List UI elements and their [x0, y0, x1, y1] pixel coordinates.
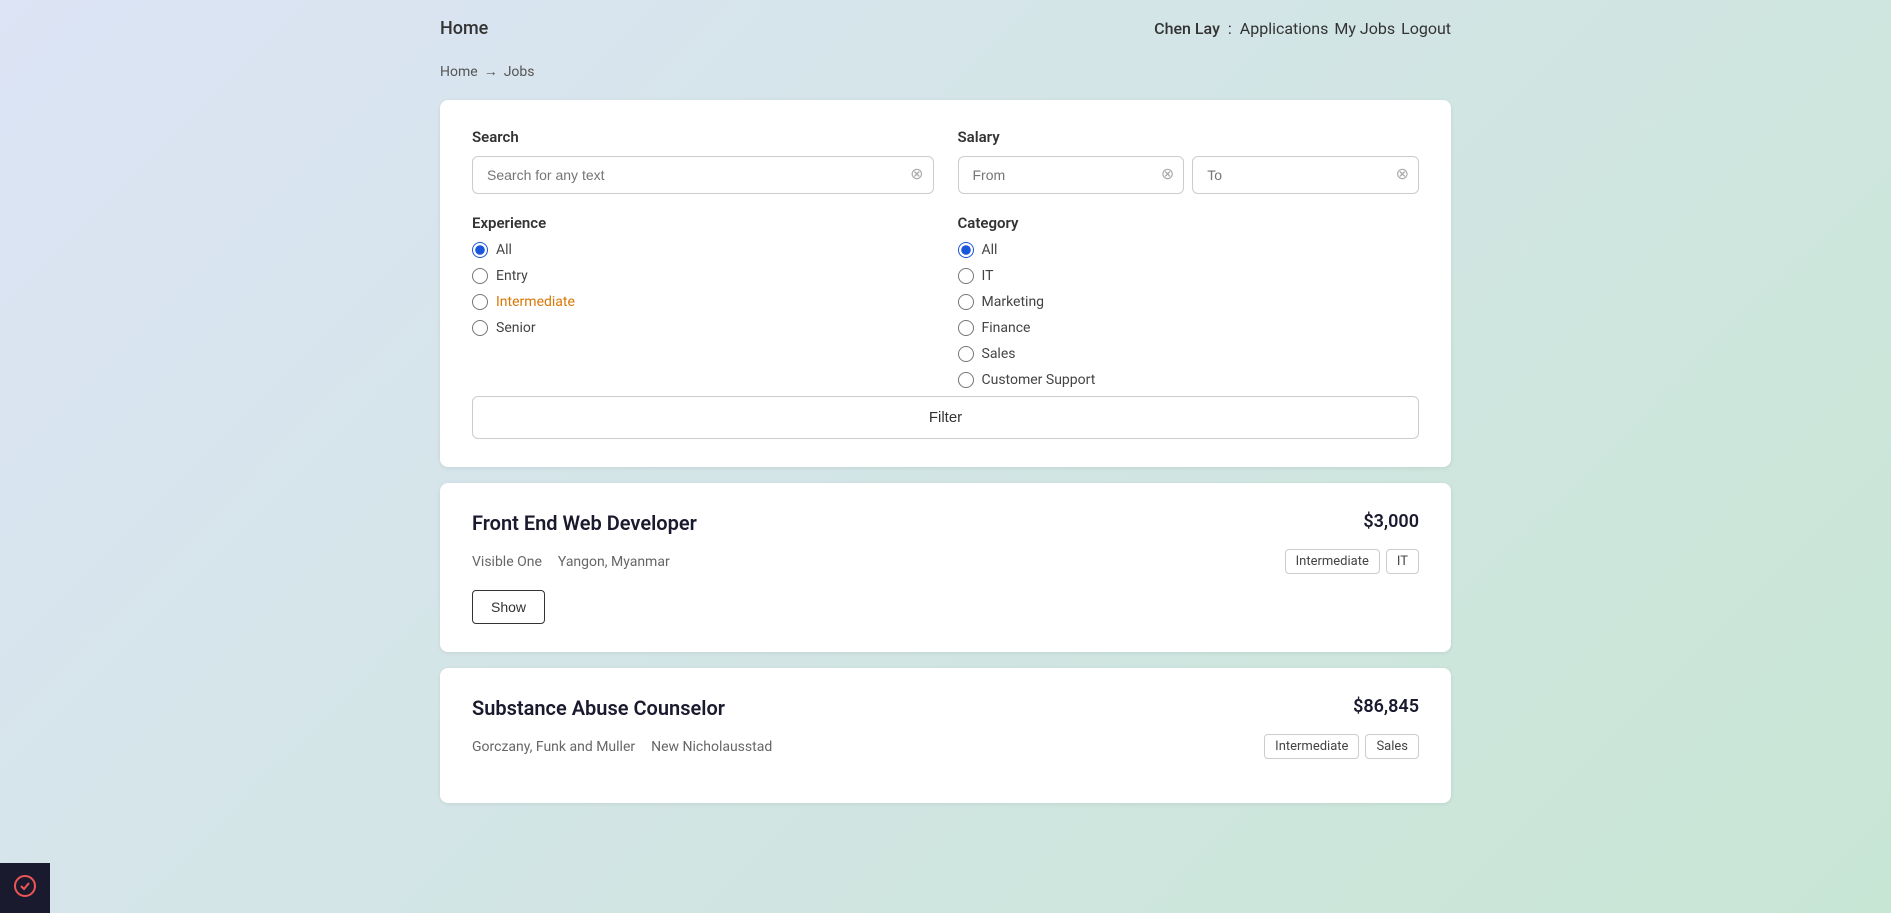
experience-radio-group: All Entry Intermediate Senior: [472, 242, 934, 336]
job-card-1-tag-0: Intermediate: [1264, 734, 1359, 759]
category-it-label: IT: [982, 268, 994, 284]
breadcrumb-arrow: →: [484, 63, 498, 80]
experience-entry-label: Entry: [496, 268, 528, 284]
job-card-0-salary: $3,000: [1363, 511, 1419, 532]
search-clear-button[interactable]: ⊗: [910, 167, 923, 183]
experience-intermediate[interactable]: Intermediate: [472, 294, 934, 310]
job-card-0-company: Visible One: [472, 554, 542, 570]
nav-separator: :: [1228, 19, 1232, 38]
experience-entry[interactable]: Entry: [472, 268, 934, 284]
category-marketing-label: Marketing: [982, 294, 1045, 310]
nav-username: Chen Lay: [1154, 19, 1220, 38]
category-all-label: All: [982, 242, 998, 258]
job-card-1-title: Substance Abuse Counselor: [472, 696, 725, 720]
job-card-0-title: Front End Web Developer: [472, 511, 697, 535]
experience-senior-label: Senior: [496, 320, 536, 336]
experience-all[interactable]: All: [472, 242, 934, 258]
category-sales[interactable]: Sales: [958, 346, 1420, 362]
category-label: Category: [958, 214, 1420, 232]
category-all-radio[interactable]: [958, 242, 974, 258]
job-card-0-tags: Intermediate IT: [1285, 549, 1419, 574]
experience-all-radio[interactable]: [472, 242, 488, 258]
breadcrumb-jobs: Jobs: [504, 64, 535, 80]
job-card-1-tags: Intermediate Sales: [1264, 734, 1419, 759]
job-card-0-tag-0: Intermediate: [1285, 549, 1380, 574]
salary-to-clear-button[interactable]: ⊗: [1396, 167, 1409, 183]
nav-applications-link[interactable]: Applications: [1240, 19, 1329, 38]
home-link[interactable]: Home: [440, 18, 488, 39]
category-finance-radio[interactable]: [958, 320, 974, 336]
navbar: Home Chen Lay : Applications My Jobs Log…: [0, 0, 1891, 57]
search-group: Search ⊗: [472, 128, 934, 194]
job-card-0-header: Front End Web Developer $3,000: [472, 511, 1419, 535]
nav-user-section: Chen Lay : Applications My Jobs Logout: [1154, 19, 1451, 38]
salary-from-wrapper: ⊗: [958, 156, 1185, 194]
salary-to-wrapper: ⊗: [1192, 156, 1419, 194]
job-card-0-company-location: Visible One Yangon, Myanmar: [472, 554, 670, 570]
job-card-1-company-location: Gorczany, Funk and Muller New Nicholauss…: [472, 739, 772, 755]
salary-from-input[interactable]: [958, 156, 1185, 194]
experience-label: Experience: [472, 214, 934, 232]
search-input[interactable]: [472, 156, 934, 194]
experience-senior-radio[interactable]: [472, 320, 488, 336]
category-finance[interactable]: Finance: [958, 320, 1420, 336]
category-customer-support-radio[interactable]: [958, 372, 974, 388]
search-input-wrapper: ⊗: [472, 156, 934, 194]
job-card-1-salary: $86,845: [1353, 696, 1419, 717]
salary-to-input[interactable]: [1192, 156, 1419, 194]
experience-intermediate-radio[interactable]: [472, 294, 488, 310]
category-customer-support[interactable]: Customer Support: [958, 372, 1420, 388]
salary-label: Salary: [958, 128, 1420, 146]
salary-inputs: ⊗ ⊗: [958, 156, 1420, 194]
filter-top-row: Search ⊗ Salary ⊗ ⊗: [472, 128, 1419, 194]
nav-logout-link[interactable]: Logout: [1401, 19, 1451, 38]
job-card-1-header: Substance Abuse Counselor $86,845: [472, 696, 1419, 720]
breadcrumb: Home → Jobs: [0, 57, 1891, 100]
bottom-bar: [0, 863, 50, 913]
category-sales-label: Sales: [982, 346, 1016, 362]
job-card-1-location: New Nicholausstad: [651, 739, 772, 755]
breadcrumb-home[interactable]: Home: [440, 64, 478, 80]
experience-all-label: All: [496, 242, 512, 258]
job-card-0-meta: Visible One Yangon, Myanmar Intermediate…: [472, 549, 1419, 574]
category-it-radio[interactable]: [958, 268, 974, 284]
search-label: Search: [472, 128, 934, 146]
nav-home[interactable]: Home: [440, 18, 488, 39]
category-marketing[interactable]: Marketing: [958, 294, 1420, 310]
job-card-0-show-button[interactable]: Show: [472, 590, 545, 624]
category-customer-support-label: Customer Support: [982, 372, 1096, 388]
filter-card: Search ⊗ Salary ⊗ ⊗: [440, 100, 1451, 467]
bottom-bar-icon: [13, 874, 37, 903]
category-radio-group: All IT Marketing Finance: [958, 242, 1420, 388]
experience-entry-radio[interactable]: [472, 268, 488, 284]
job-card-1-meta: Gorczany, Funk and Muller New Nicholauss…: [472, 734, 1419, 759]
experience-senior[interactable]: Senior: [472, 320, 934, 336]
filter-button[interactable]: Filter: [472, 396, 1419, 439]
category-sales-radio[interactable]: [958, 346, 974, 362]
category-it[interactable]: IT: [958, 268, 1420, 284]
job-card-1-company: Gorczany, Funk and Muller: [472, 739, 635, 755]
experience-group: Experience All Entry Intermediate: [472, 214, 934, 388]
salary-group: Salary ⊗ ⊗: [958, 128, 1420, 194]
job-card-0: Front End Web Developer $3,000 Visible O…: [440, 483, 1451, 652]
category-all[interactable]: All: [958, 242, 1420, 258]
category-group: Category All IT Marketing: [958, 214, 1420, 388]
job-card-1-tag-1: Sales: [1365, 734, 1419, 759]
category-marketing-radio[interactable]: [958, 294, 974, 310]
job-card-1: Substance Abuse Counselor $86,845 Gorcza…: [440, 668, 1451, 803]
category-finance-label: Finance: [982, 320, 1031, 336]
nav-myjobs-link[interactable]: My Jobs: [1334, 19, 1395, 38]
job-card-0-tag-1: IT: [1386, 549, 1419, 574]
main-content: Search ⊗ Salary ⊗ ⊗: [0, 100, 1891, 803]
experience-intermediate-label: Intermediate: [496, 294, 575, 310]
salary-from-clear-button[interactable]: ⊗: [1161, 167, 1174, 183]
job-card-0-location: Yangon, Myanmar: [558, 554, 670, 570]
filter-bottom-row: Experience All Entry Intermediate: [472, 214, 1419, 388]
